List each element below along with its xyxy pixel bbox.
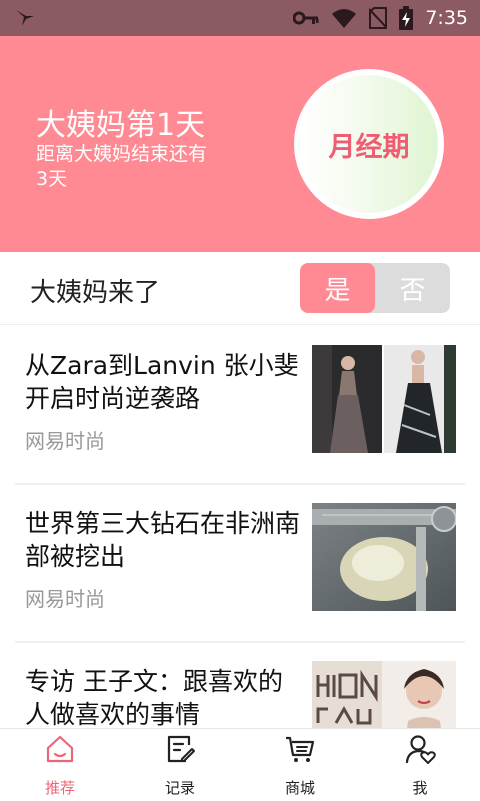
shopping-cart-icon (286, 736, 315, 762)
period-status-circle[interactable]: 月经期 (294, 69, 444, 219)
bottom-navigation: 推荐 记录 商城 我 (0, 728, 480, 801)
news-title[interactable]: 从Zara到Lanvin 张小斐开启时尚逆袭路 (25, 349, 305, 415)
nav-record[interactable]: 记录 (120, 729, 240, 801)
news-thumbnail[interactable] (312, 503, 456, 611)
home-icon (46, 735, 74, 763)
period-status-label: 月经期 (328, 131, 410, 163)
hummingbird-icon (16, 10, 34, 26)
nav-recommend[interactable]: 推荐 (0, 729, 120, 801)
news-item[interactable]: 世界第三大钻石在非洲南部被挖出 网易时尚 (15, 483, 465, 643)
nav-label: 我 (412, 779, 428, 797)
news-title[interactable]: 世界第三大钻石在非洲南部被挖出 (25, 507, 305, 573)
key-icon (293, 11, 319, 25)
news-source: 网易时尚 (25, 587, 105, 611)
nav-label: 推荐 (44, 779, 75, 797)
nav-me[interactable]: 我 (360, 729, 480, 801)
period-started-row: 大姨妈来了 是 否 (0, 252, 480, 325)
wifi-icon (332, 9, 357, 28)
nav-label: 商城 (284, 779, 315, 797)
period-started-toggle[interactable]: 是 否 (300, 263, 450, 313)
toggle-yes-button[interactable]: 是 (300, 263, 375, 313)
toggle-no-button[interactable]: 否 (375, 263, 450, 313)
period-header: 大姨妈第1天 距离大姨妈结束还有3天 月经期 (0, 36, 480, 252)
period-started-label: 大姨妈来了 (30, 278, 161, 308)
no-sim-icon (369, 7, 388, 29)
battery-charging-icon (399, 6, 414, 30)
news-item[interactable]: 从Zara到Lanvin 张小斐开启时尚逆袭路 网易时尚 (15, 325, 465, 485)
status-bar: 7:35 (0, 0, 480, 36)
news-source: 网易时尚 (25, 429, 105, 453)
nav-label: 记录 (164, 779, 195, 797)
nav-mall[interactable]: 商城 (240, 729, 360, 801)
user-heart-icon (405, 735, 436, 764)
edit-note-icon (167, 735, 195, 763)
period-day-title: 大姨妈第1天 (36, 108, 206, 143)
news-thumbnail[interactable] (312, 345, 456, 453)
news-title[interactable]: 专访 王子文：跟喜欢的人做喜欢的事情 (25, 665, 305, 731)
clock: 7:35 (425, 7, 468, 29)
period-remaining-text: 距离大姨妈结束还有3天 (36, 143, 208, 190)
